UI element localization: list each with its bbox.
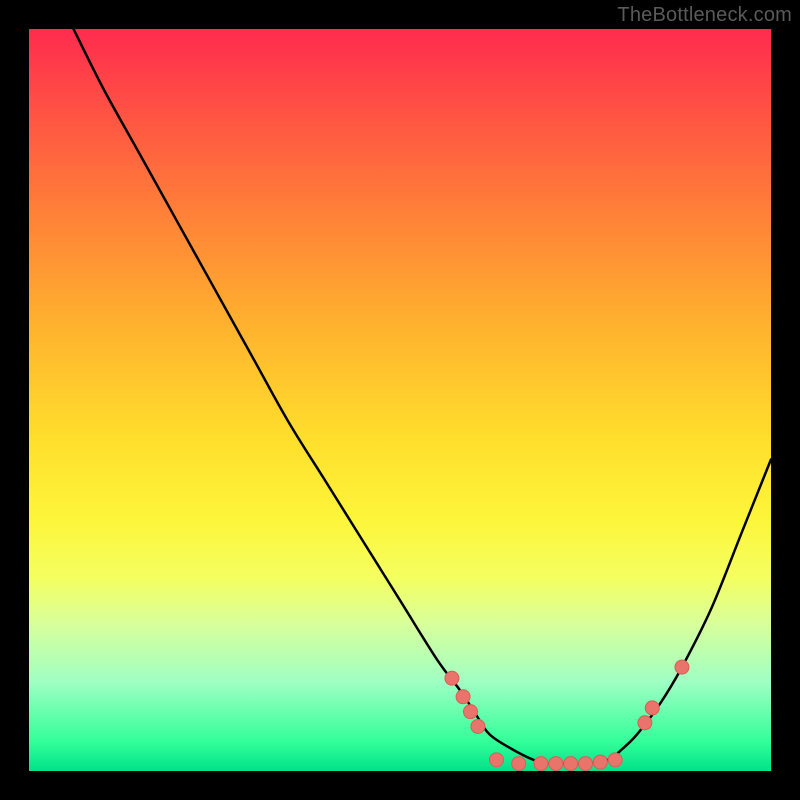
chart-plot-area	[29, 29, 771, 771]
marker-dot	[638, 716, 652, 730]
marker-dot	[564, 757, 578, 771]
marker-dot	[675, 660, 689, 674]
curve-markers	[445, 660, 689, 770]
marker-dot	[549, 757, 563, 771]
marker-dot	[471, 719, 485, 733]
watermark-text: TheBottleneck.com	[617, 4, 792, 27]
marker-dot	[512, 757, 526, 771]
marker-dot	[608, 753, 622, 767]
marker-dot	[534, 757, 548, 771]
marker-dot	[489, 753, 503, 767]
marker-dot	[593, 755, 607, 769]
bottleneck-curve	[74, 29, 771, 764]
marker-dot	[445, 671, 459, 685]
marker-dot	[463, 705, 477, 719]
marker-dot	[645, 701, 659, 715]
chart-svg	[29, 29, 771, 771]
marker-dot	[579, 757, 593, 771]
marker-dot	[456, 690, 470, 704]
